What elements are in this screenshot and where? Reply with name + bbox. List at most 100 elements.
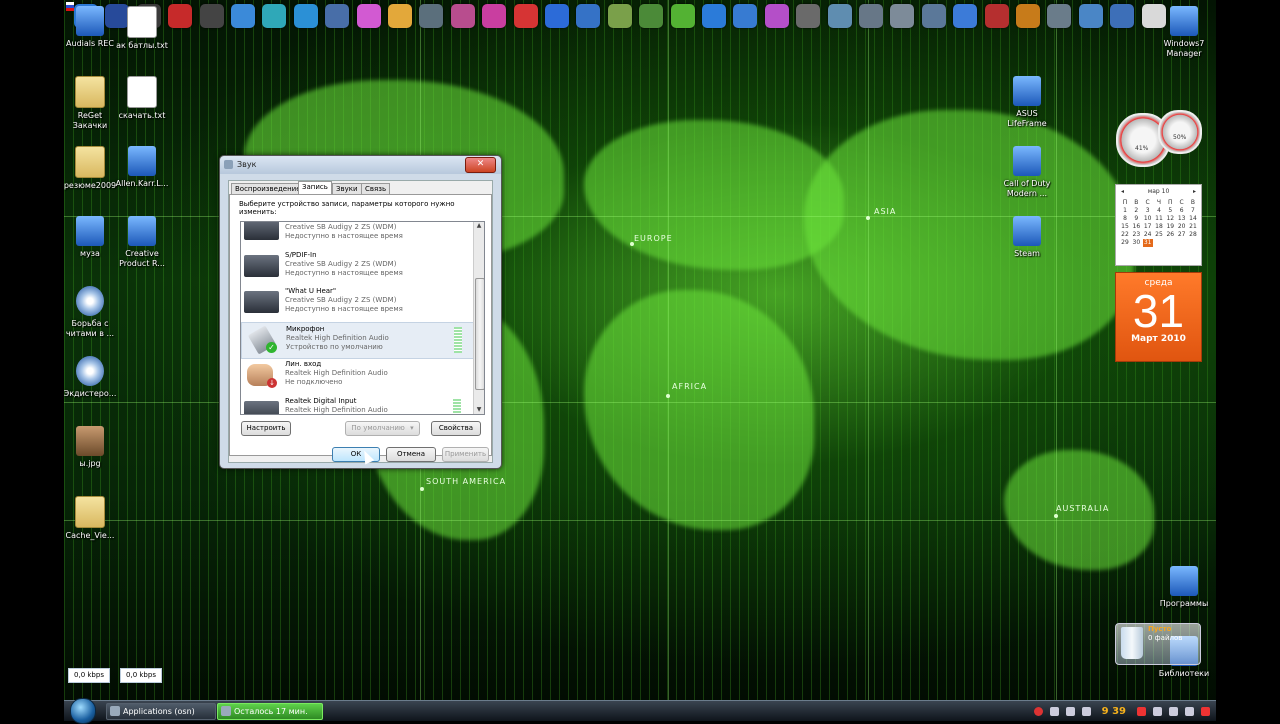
taskbar-button-applications[interactable]: Applications (osn) bbox=[106, 703, 216, 720]
tray-app-icon[interactable] bbox=[1065, 706, 1075, 716]
desktop-icon[interactable]: Steam bbox=[998, 216, 1056, 259]
close-icon[interactable] bbox=[1201, 706, 1210, 716]
device-row[interactable]: Realtek Digital Input Realtek High Defini… bbox=[241, 395, 473, 414]
calendar-day-cell[interactable]: 28 bbox=[1188, 231, 1198, 239]
check-icon[interactable] bbox=[482, 4, 507, 28]
at-icon[interactable] bbox=[702, 4, 726, 28]
two-icon[interactable] bbox=[1016, 4, 1040, 28]
calendar-day-cell[interactable]: 24 bbox=[1143, 231, 1153, 239]
calendar-day-cell[interactable] bbox=[1188, 239, 1198, 247]
calendar-day-cell[interactable]: 16 bbox=[1131, 223, 1141, 231]
device-row[interactable]: ✓ Микрофон Realtek High Definition Audio Ус… bbox=[241, 321, 475, 359]
calendar-day-cell[interactable]: 2 bbox=[1131, 207, 1141, 215]
tray-app-icon[interactable] bbox=[1049, 706, 1059, 716]
calendar-day-cell[interactable]: 22 bbox=[1120, 231, 1130, 239]
device-list[interactable]: Realtek Digital Input Realtek High Defini… bbox=[240, 221, 485, 415]
volume-icon[interactable] bbox=[1169, 706, 1178, 716]
color-wheel-icon[interactable] bbox=[356, 4, 381, 28]
close-button[interactable]: ✕ bbox=[465, 157, 496, 173]
calendar-day-cell[interactable]: 20 bbox=[1177, 223, 1187, 231]
tag-icon[interactable] bbox=[764, 4, 789, 28]
calendar-day-cell[interactable]: 21 bbox=[1188, 223, 1198, 231]
desktop-icon[interactable]: ReGet Закачки bbox=[61, 76, 119, 131]
calendar-day-cell[interactable]: 17 bbox=[1143, 223, 1153, 231]
network-icon[interactable] bbox=[1153, 706, 1162, 716]
set-default-button[interactable]: По умолчанию ▾ bbox=[345, 421, 420, 436]
device-row[interactable]: "What U Hear" Creative SB Audigy 2 ZS (WD… bbox=[241, 285, 473, 320]
key-icon[interactable] bbox=[1047, 4, 1072, 28]
calendar-day-cell[interactable]: 7 bbox=[1188, 207, 1198, 215]
desktop-icon[interactable]: Audials REC bbox=[61, 6, 119, 49]
tray-app-icon[interactable] bbox=[1081, 706, 1091, 716]
device-row[interactable]: S/PDIF-In Creative SB Audigy 2 ZS (WDM) Не… bbox=[241, 249, 473, 284]
reload-icon[interactable] bbox=[419, 4, 444, 28]
puzzle-icon[interactable] bbox=[231, 4, 255, 28]
r2-icon[interactable] bbox=[953, 4, 978, 28]
film-icon[interactable] bbox=[199, 4, 224, 28]
r-icon[interactable] bbox=[388, 4, 412, 28]
scroll-thumb[interactable] bbox=[475, 278, 484, 390]
start-button[interactable] bbox=[70, 698, 96, 724]
taskbar-button-timer[interactable]: Осталось 17 мин. bbox=[217, 703, 323, 720]
v-icon[interactable] bbox=[545, 4, 569, 28]
v2-icon[interactable] bbox=[984, 4, 1009, 28]
calendar-day-cell[interactable]: 8 bbox=[1120, 215, 1130, 223]
calendar-day-cell[interactable]: 9 bbox=[1131, 215, 1141, 223]
settings-icon[interactable] bbox=[262, 4, 287, 28]
prev-month-icon[interactable]: ◂ bbox=[1121, 188, 1124, 195]
image-icon[interactable] bbox=[827, 4, 852, 28]
calendar-day-cell[interactable]: 10 bbox=[1143, 215, 1153, 223]
desktop-icon[interactable]: муза bbox=[61, 216, 119, 259]
tool-icon[interactable] bbox=[607, 4, 632, 28]
desktop-icon[interactable]: Программы bbox=[1155, 566, 1213, 609]
calendar-day-cell[interactable]: 23 bbox=[1131, 231, 1141, 239]
drive-icon[interactable] bbox=[890, 4, 915, 28]
calendar-day-cell[interactable] bbox=[1154, 239, 1164, 247]
calendar-day-cell[interactable]: 26 bbox=[1165, 231, 1175, 239]
desktop-icon[interactable]: Экдистеро... bbox=[61, 356, 119, 399]
configure-button[interactable]: Настроить bbox=[241, 421, 291, 436]
desktop-icon[interactable]: Allen.Karr.L... bbox=[113, 146, 171, 189]
window-icon[interactable] bbox=[859, 4, 883, 28]
device-list-scrollbar[interactable]: ▲ ▼ bbox=[473, 222, 484, 414]
calendar-day-cell[interactable]: 11 bbox=[1154, 215, 1164, 223]
calendar-day-cell[interactable]: 31 bbox=[1142, 239, 1153, 247]
device-row[interactable]: ↓ Лин. вход Realtek High Definition Audio Н… bbox=[241, 358, 473, 393]
cancel-button[interactable]: Отмена bbox=[386, 447, 436, 462]
desktop-icon[interactable]: ы.jpg bbox=[61, 426, 119, 469]
scan-icon[interactable] bbox=[1078, 4, 1103, 28]
calendar-day-cell[interactable]: 4 bbox=[1154, 207, 1164, 215]
calendar-day-cell[interactable]: 1 bbox=[1120, 207, 1130, 215]
calendar-day-cell[interactable]: 27 bbox=[1177, 231, 1187, 239]
dialog-titlebar[interactable]: Звук ✕ bbox=[220, 156, 501, 174]
calendar-day-cell[interactable]: 13 bbox=[1177, 215, 1187, 223]
next-month-icon[interactable]: ▸ bbox=[1193, 188, 1196, 195]
calendar-gadget[interactable]: ◂ мар 10 ▸ П В С Ч П С В 1 2 3 4 5 6 7 8 9 10 11 12 13 14 15 1… bbox=[1115, 184, 1202, 362]
desktop-icon[interactable]: Call of Duty Modern ... bbox=[998, 146, 1056, 199]
search-icon[interactable] bbox=[1110, 4, 1135, 28]
calendar-day-cell[interactable]: 14 bbox=[1188, 215, 1198, 223]
desktop-icon[interactable]: резюме2009 bbox=[61, 146, 119, 191]
taskbar-clock[interactable]: 9 39 bbox=[1102, 706, 1126, 717]
apply-button[interactable]: Применить bbox=[442, 447, 489, 462]
calendar-day-cell[interactable]: 5 bbox=[1165, 207, 1175, 215]
scissors-icon[interactable] bbox=[796, 4, 821, 28]
calendar-day-cell[interactable]: 18 bbox=[1154, 223, 1164, 231]
pen-icon[interactable] bbox=[325, 4, 350, 28]
stop-icon[interactable] bbox=[513, 4, 538, 28]
device-row[interactable]: Creative SB Audigy 2 ZS (WDM) Недоступно … bbox=[241, 222, 473, 247]
calendar-day-cell[interactable]: 6 bbox=[1177, 207, 1187, 215]
calendar-day-cell[interactable]: 12 bbox=[1165, 215, 1175, 223]
calendar-day-cell[interactable] bbox=[1177, 239, 1187, 247]
desktop-icon[interactable]: Windows7 Manager bbox=[1155, 6, 1213, 59]
calendar-day-cell[interactable] bbox=[1165, 239, 1175, 247]
skype-icon[interactable] bbox=[293, 4, 318, 28]
calendar-day-cell[interactable]: 15 bbox=[1120, 223, 1130, 231]
calendar-day-cell[interactable]: 29 bbox=[1120, 239, 1130, 247]
desktop-icon[interactable]: Creative Product R... bbox=[113, 216, 171, 269]
record-icon[interactable] bbox=[1033, 706, 1043, 716]
battery-icon[interactable] bbox=[1185, 706, 1194, 716]
memory-meter-gadget[interactable]: 50% bbox=[1158, 110, 1202, 154]
grid-icon[interactable] bbox=[921, 4, 946, 28]
chart-icon[interactable] bbox=[733, 4, 758, 28]
